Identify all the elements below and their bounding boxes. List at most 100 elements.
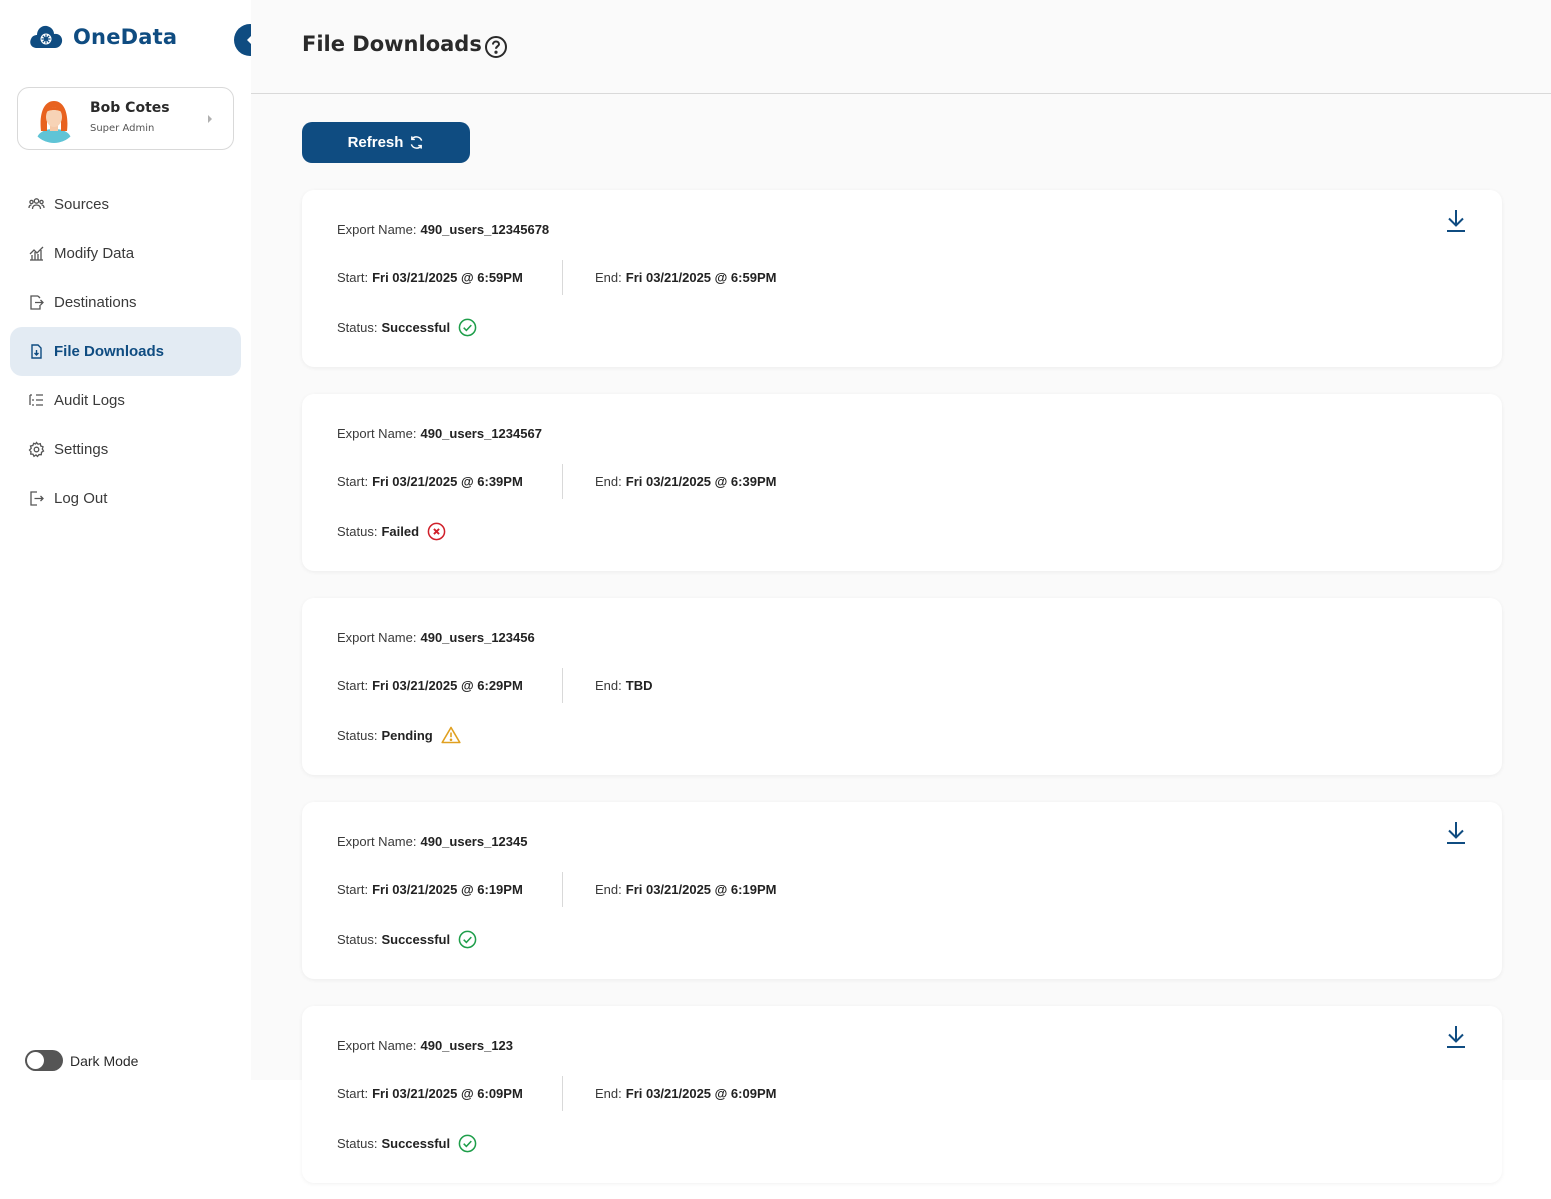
export-name-label: Export Name: — [337, 426, 417, 441]
start-row: Start: Fri 03/21/2025 @ 6:29PM — [337, 678, 523, 693]
users-icon — [28, 198, 45, 210]
gear-icon — [28, 441, 45, 458]
sidebar-item-label: Destinations — [54, 294, 137, 311]
end-label: End: — [595, 1086, 622, 1101]
sidebar-item-label: File Downloads — [54, 343, 165, 360]
export-name-value: 490_users_1234567 — [420, 426, 542, 441]
status-value: Successful — [381, 932, 451, 947]
status-label: Status: — [337, 1136, 378, 1151]
export-name-row: Export Name: 490_users_12345678 — [337, 222, 549, 237]
download-icon[interactable] — [1444, 820, 1468, 846]
logout-icon — [30, 491, 44, 506]
status-label: Status: — [337, 524, 378, 539]
start-label: Start: — [337, 1086, 369, 1101]
sidebar-item-settings[interactable]: Settings — [10, 425, 241, 474]
start-value: Fri 03/21/2025 @ 6:29PM — [372, 678, 523, 693]
export-name-row: Export Name: 490_users_123 — [337, 1038, 513, 1053]
refresh-label: Refresh — [347, 134, 404, 151]
export-name-value: 490_users_12345678 — [420, 222, 550, 237]
sidebar-item-label: Audit Logs — [54, 392, 125, 409]
sidebar-item-label: Modify Data — [54, 245, 135, 262]
user-role: Super Admin — [90, 123, 155, 134]
export-name-label: Export Name: — [337, 834, 417, 849]
end-row: End: Fri 03/21/2025 @ 6:39PM — [595, 474, 776, 489]
download-card: Export Name: 490_users_12345 Start: Fri … — [302, 802, 1502, 979]
start-label: Start: — [337, 474, 369, 489]
sidebar-item-label: Sources — [54, 196, 110, 213]
sidebar-item-log-out[interactable]: Log Out — [10, 474, 241, 523]
dark-mode-label: Dark Mode — [70, 1052, 139, 1069]
end-row: End: Fri 03/21/2025 @ 6:09PM — [595, 1086, 776, 1101]
start-row: Start: Fri 03/21/2025 @ 6:09PM — [337, 1086, 523, 1101]
status-row: Status: Failed — [337, 522, 446, 541]
sidebar: OneData Bob Cotes Super Admin Sources Mo… — [0, 0, 266, 1199]
check-circle-icon — [458, 930, 477, 949]
date-divider — [562, 668, 563, 703]
start-label: Start: — [337, 882, 369, 897]
user-name: Bob Cotes — [90, 100, 170, 116]
end-value: Fri 03/21/2025 @ 6:59PM — [625, 270, 777, 285]
file-download-icon — [31, 344, 42, 359]
end-row: End: Fri 03/21/2025 @ 6:19PM — [595, 882, 776, 897]
help-icon[interactable] — [484, 35, 508, 59]
end-label: End: — [595, 474, 622, 489]
download-icon[interactable] — [1444, 1024, 1468, 1050]
status-row: Status: Successful — [337, 930, 477, 949]
status-label: Status: — [337, 932, 378, 947]
sidebar-nav: Sources Modify Data Destinations File Do… — [10, 180, 241, 523]
list-icon — [29, 394, 43, 406]
status-value: Pending — [381, 727, 433, 743]
sidebar-item-sources[interactable]: Sources — [10, 180, 241, 229]
app-name: OneData — [73, 25, 178, 49]
sidebar-item-modify-data[interactable]: Modify Data — [10, 229, 241, 278]
download-icon[interactable] — [1444, 208, 1468, 234]
status-row: Status: Successful — [337, 1134, 477, 1153]
error-circle-icon — [427, 522, 446, 541]
start-row: Start: Fri 03/21/2025 @ 6:19PM — [337, 882, 523, 897]
end-value: Fri 03/21/2025 @ 6:39PM — [625, 474, 777, 489]
end-row: End: TBD — [595, 678, 652, 693]
dark-mode-toggle[interactable]: Dark Mode — [25, 1050, 138, 1071]
status-label: Status: — [337, 727, 378, 743]
end-value: Fri 03/21/2025 @ 6:09PM — [625, 1086, 777, 1101]
end-label: End: — [595, 678, 622, 693]
end-label: End: — [595, 270, 622, 285]
start-label: Start: — [337, 678, 369, 693]
avatar — [30, 95, 78, 143]
logo: OneData — [28, 22, 177, 52]
sidebar-item-destinations[interactable]: Destinations — [10, 278, 241, 327]
refresh-icon — [411, 136, 423, 149]
date-divider — [562, 464, 563, 499]
status-label: Status: — [337, 320, 378, 335]
end-row: End: Fri 03/21/2025 @ 6:59PM — [595, 270, 776, 285]
check-circle-icon — [458, 318, 477, 337]
user-profile-card[interactable]: Bob Cotes Super Admin — [17, 87, 234, 150]
sidebar-item-label: Log Out — [54, 490, 108, 507]
status-value: Successful — [381, 1136, 451, 1151]
start-value: Fri 03/21/2025 @ 6:19PM — [372, 882, 523, 897]
start-row: Start: Fri 03/21/2025 @ 6:39PM — [337, 474, 523, 489]
warning-triangle-icon — [441, 726, 461, 744]
start-value: Fri 03/21/2025 @ 6:09PM — [372, 1086, 523, 1101]
end-value: Fri 03/21/2025 @ 6:19PM — [625, 882, 777, 897]
sidebar-item-label: Settings — [54, 441, 109, 458]
cloud-logo-icon — [30, 25, 63, 48]
status-row: Status: Successful — [337, 318, 477, 337]
dark-mode-switch[interactable] — [25, 1050, 63, 1071]
chart-icon — [29, 246, 44, 261]
sidebar-item-file-downloads[interactable]: File Downloads — [10, 327, 241, 376]
date-divider — [562, 872, 563, 907]
end-value: TBD — [625, 678, 653, 693]
refresh-button[interactable]: Refresh — [302, 122, 470, 163]
downloads-list: Export Name: 490_users_12345678 Start: F… — [302, 190, 1502, 1199]
page-title: File Downloads — [302, 32, 482, 56]
download-card: Export Name: 490_users_1234567 Start: Fr… — [302, 394, 1502, 571]
export-name-value: 490_users_12345 — [420, 834, 528, 849]
export-name-row: Export Name: 490_users_1234567 — [337, 426, 542, 441]
export-name-value: 490_users_123 — [420, 1038, 514, 1053]
download-card: Export Name: 490_users_12345678 Start: F… — [302, 190, 1502, 367]
end-label: End: — [595, 882, 622, 897]
page-header: File Downloads — [251, 0, 1551, 94]
export-name-label: Export Name: — [337, 1038, 417, 1053]
sidebar-item-audit-logs[interactable]: Audit Logs — [10, 376, 241, 425]
